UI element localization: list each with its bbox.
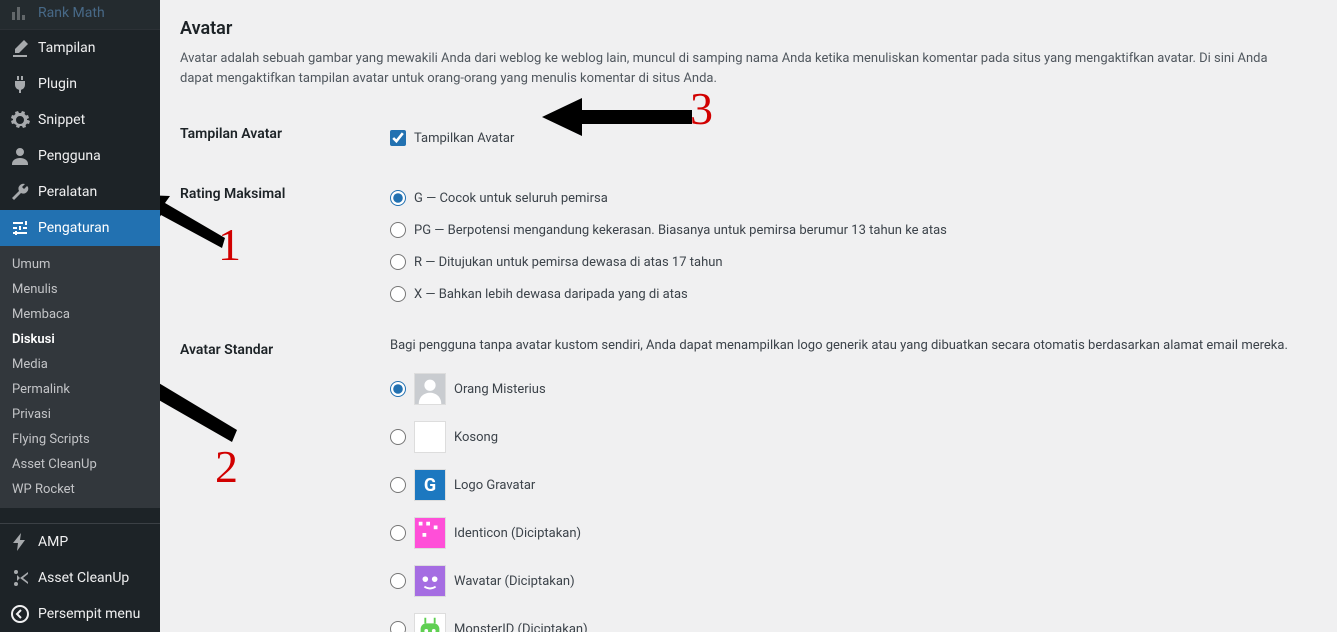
default-avatar-label-monster[interactable]: MonsterID (Diciptakan): [454, 622, 588, 632]
submenu-item-general[interactable]: Umum: [0, 252, 160, 277]
admin-sidebar: Rank Math Tampilan Plugin Snippet Pengguna P…: [0, 0, 160, 632]
default-avatar-radio-blank[interactable]: [390, 429, 406, 445]
rating-radio-r[interactable]: [390, 254, 406, 270]
avatar-thumb-monster: [414, 613, 446, 632]
rating-label-g[interactable]: G — Cocok untuk seluruh pemirsa: [414, 191, 608, 206]
avatar-thumb-wavatar: [414, 565, 446, 597]
sidebar-item-label: Rank Math: [38, 5, 105, 21]
avatar-thumb-identicon: [414, 517, 446, 549]
plug-icon: [10, 74, 30, 94]
default-avatar-desc: Bagi pengguna tanpa avatar kustom sendir…: [390, 338, 1317, 353]
default-avatar-label-wavatar[interactable]: Wavatar (Diciptakan): [454, 574, 575, 589]
avatar-thumb-mystery: [414, 373, 446, 405]
sidebar-item-appearance[interactable]: Tampilan: [0, 30, 160, 66]
gear-icon: [10, 110, 30, 130]
avatar-settings-table: Tampilan Avatar Tampilkan Avatar Rating …: [180, 108, 1317, 632]
rating-radio-x[interactable]: [390, 286, 406, 302]
sidebar-item-label: Persempit menu: [38, 606, 140, 622]
sidebar-item-snippet[interactable]: Snippet: [0, 102, 160, 138]
sidebar-item-collapse[interactable]: Persempit menu: [0, 596, 160, 632]
sidebar-item-label: Pengguna: [38, 148, 101, 164]
sidebar-item-rankmath[interactable]: Rank Math: [0, 0, 160, 30]
sidebar-item-amp[interactable]: AMP: [0, 524, 160, 560]
rating-label-x[interactable]: X — Bahkan lebih dewasa daripada yang di…: [414, 287, 688, 302]
show-avatar-label[interactable]: Tampilkan Avatar: [414, 131, 514, 146]
default-avatar-label-blank[interactable]: Kosong: [454, 430, 498, 445]
sidebar-item-label: Pengaturan: [38, 220, 110, 236]
sidebar-item-tools[interactable]: Peralatan: [0, 174, 160, 210]
submenu-item-wprocket[interactable]: WP Rocket: [0, 477, 160, 502]
avatar-thumb-blank: [414, 421, 446, 453]
sliders-icon: [10, 218, 30, 238]
sidebar-item-label: Plugin: [38, 76, 77, 92]
sidebar-item-label: Peralatan: [38, 184, 97, 200]
submenu-item-permalink[interactable]: Permalink: [0, 377, 160, 402]
section-avatar-title: Avatar: [180, 0, 1317, 49]
row-label-rating: Rating Maksimal: [180, 168, 390, 324]
default-avatar-radio-gravatar[interactable]: [390, 477, 406, 493]
sidebar-item-settings[interactable]: Pengaturan: [0, 210, 160, 246]
default-avatar-label-gravatar[interactable]: Logo Gravatar: [454, 478, 535, 493]
avatar-thumb-gravatar: G: [414, 469, 446, 501]
rating-label-r[interactable]: R — Ditujukan untuk pemirsa dewasa di at…: [414, 255, 723, 270]
submenu-item-writing[interactable]: Menulis: [0, 277, 160, 302]
sidebar-bottom: AMP Asset CleanUp Persempit menu: [0, 523, 160, 632]
wrench-icon: [10, 182, 30, 202]
submenu-item-assetclean[interactable]: Asset CleanUp: [0, 452, 160, 477]
show-avatar-checkbox[interactable]: [390, 130, 406, 146]
default-avatar-radio-identicon[interactable]: [390, 525, 406, 541]
submenu-item-media[interactable]: Media: [0, 352, 160, 377]
sidebar-item-label: AMP: [38, 534, 68, 550]
default-avatar-label-identicon[interactable]: Identicon (Diciptakan): [454, 526, 581, 541]
submenu-item-privacy[interactable]: Privasi: [0, 402, 160, 427]
rating-label-pg[interactable]: PG — Berpotensi mengandung kekerasan. Bi…: [414, 223, 947, 238]
sidebar-item-assetclean2[interactable]: Asset CleanUp: [0, 560, 160, 596]
brush-icon: [10, 38, 30, 58]
submenu-item-discussion[interactable]: Diskusi: [0, 327, 160, 352]
default-avatar-label-mystery[interactable]: Orang Misterius: [454, 382, 546, 397]
user-icon: [10, 146, 30, 166]
submenu-item-reading[interactable]: Membaca: [0, 302, 160, 327]
settings-submenu: UmumMenulisMembacaDiskusiMediaPermalinkP…: [0, 246, 160, 508]
sidebar-item-label: Tampilan: [38, 40, 96, 56]
main-content: Avatar Avatar adalah sebuah gambar yang …: [160, 0, 1337, 632]
sidebar-item-users[interactable]: Pengguna: [0, 138, 160, 174]
default-avatar-radio-mystery[interactable]: [390, 381, 406, 397]
row-label-display: Tampilan Avatar: [180, 108, 390, 168]
default-avatar-radio-wavatar[interactable]: [390, 573, 406, 589]
sidebar-item-label: Asset CleanUp: [38, 570, 129, 586]
rating-radio-g[interactable]: [390, 190, 406, 206]
sidebar-item-label: Snippet: [38, 112, 85, 128]
scissors-icon: [10, 568, 30, 588]
submenu-item-flying[interactable]: Flying Scripts: [0, 427, 160, 452]
collapse-icon: [10, 604, 30, 624]
rating-radio-pg[interactable]: [390, 222, 406, 238]
chart-icon: [10, 3, 30, 23]
bolt-icon: [10, 532, 30, 552]
section-avatar-desc: Avatar adalah sebuah gambar yang mewakil…: [180, 49, 1280, 88]
sidebar-item-plugins[interactable]: Plugin: [0, 66, 160, 102]
default-avatar-radio-monster[interactable]: [390, 621, 406, 632]
row-label-default-avatar: Avatar Standar: [180, 324, 390, 632]
